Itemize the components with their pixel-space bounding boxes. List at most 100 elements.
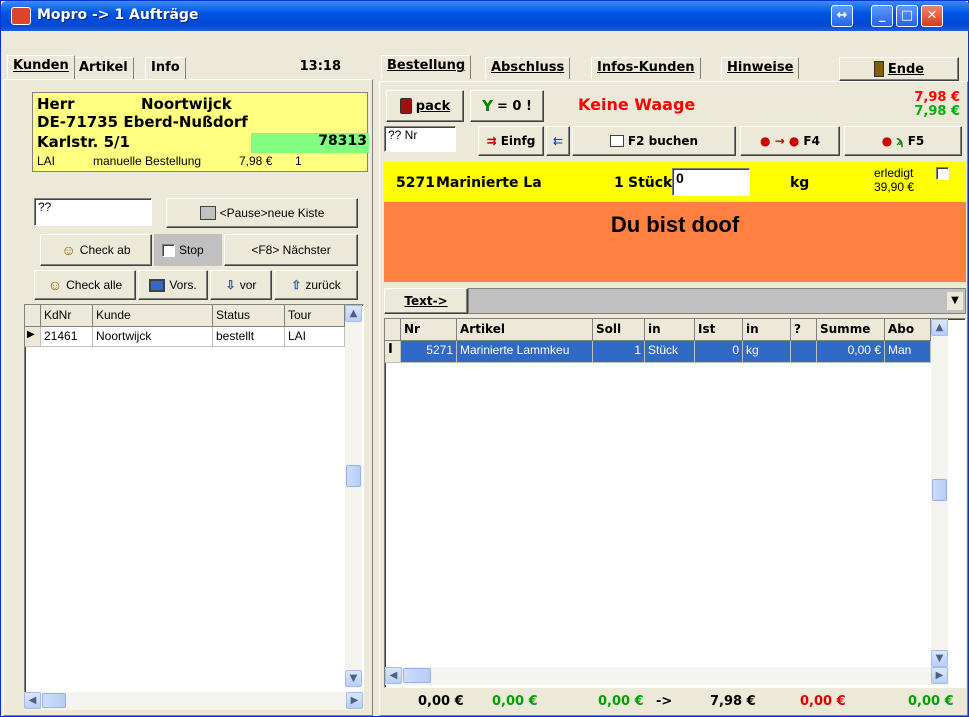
col-header-abo[interactable]: Abo [885, 319, 931, 341]
title-bar[interactable]: Mopro -> 1 Aufträge ↔ _ □ ✕ [1, 1, 969, 31]
tare-zero-button[interactable]: Y = 0 ! [470, 90, 544, 122]
einfg-button[interactable]: ⇉ Einfg [478, 126, 544, 156]
tab-artikel[interactable]: Artikel [73, 57, 134, 79]
order-table: Nr Artikel Soll in Ist in ? Summe Abo I … [384, 318, 966, 688]
cell-artikel: Marinierte Lammkeu [457, 341, 593, 363]
tab-abschluss-label: Abschluss [491, 60, 565, 75]
tab-bestellung[interactable]: Bestellung [381, 55, 472, 79]
table-row[interactable]: ▶ 21461 Noortwijck bestellt LAI [25, 327, 345, 347]
erledigt-checkbox[interactable] [936, 167, 949, 180]
erledigt-price: 39,90 € [874, 180, 915, 194]
zurueck-label: zurück [305, 278, 341, 292]
article-name: Marinierte La [436, 175, 542, 191]
tab-info[interactable]: Info [145, 57, 186, 79]
tab-info-label: Info [151, 60, 180, 75]
f4-label: F4 [803, 134, 820, 148]
article-nr-input[interactable]: ?? Nr [384, 126, 456, 152]
maximize-button[interactable]: □ [896, 5, 918, 27]
cell-kunde: Noortwijck [93, 327, 213, 347]
tab-kunden[interactable]: Kunden [7, 55, 75, 79]
remove-arrows-icon[interactable]: ⇇ [546, 126, 570, 156]
f2-buchen-button[interactable]: F2 buchen [572, 126, 736, 156]
col-header-artikel[interactable]: Artikel [457, 319, 593, 341]
col-header-question[interactable]: ? [791, 319, 817, 341]
col-header-ist[interactable]: Ist [695, 319, 743, 341]
check-ab-button[interactable]: ☺ Check ab [40, 234, 152, 266]
app-icon [11, 7, 31, 25]
clock: 13:18 [299, 59, 341, 74]
close-button[interactable]: ✕ [921, 5, 943, 27]
chevron-down-icon[interactable]: ▼ [947, 292, 963, 310]
customer-table-vscrollbar[interactable]: ▲ ▼ [345, 305, 362, 687]
tab-infos-kunden[interactable]: Infos-Kunden [591, 57, 701, 79]
weight-input[interactable]: 0 [672, 168, 750, 196]
customer-table-hscrollbar[interactable]: ◀ ▶ [24, 692, 364, 710]
hscroll-thumb[interactable] [403, 668, 431, 683]
row-selector-header [25, 305, 41, 327]
pack-button[interactable]: pack [386, 90, 464, 122]
scroll-right-icon[interactable]: ▶ [346, 692, 363, 709]
tab-bestellung-label: Bestellung [387, 58, 466, 73]
customer-info: Herr Noortwijck DE-71735 Eberd-Nußdorf K… [32, 92, 369, 172]
restore-arrows-button[interactable]: ↔ [831, 5, 853, 27]
customer-search-input[interactable]: ?? [34, 198, 152, 226]
scroll-right-icon[interactable]: ▶ [931, 667, 948, 684]
next-button[interactable]: <F8> Nächster [224, 234, 358, 266]
text-dropdown[interactable]: ▼ [468, 288, 966, 314]
stop-checkbox[interactable] [162, 243, 175, 257]
f5-button[interactable]: ● ϡ F5 [844, 126, 962, 156]
table-row[interactable]: I 5271 Marinierte Lammkeu 1 Stück 0 kg 0… [385, 341, 931, 363]
col-header-kdnr[interactable]: KdNr [41, 305, 93, 327]
col-header-soll[interactable]: Soll [593, 319, 645, 341]
scroll-thumb[interactable] [346, 465, 361, 487]
col-header-tour[interactable]: Tour [285, 305, 345, 327]
f4-button[interactable]: ● → ● F4 [740, 126, 840, 156]
vor-button[interactable]: ⇩ vor [210, 270, 272, 300]
order-table-hscrollbar[interactable]: ◀ ▶ [385, 667, 949, 685]
zurueck-button[interactable]: ⇧ zurück [274, 270, 358, 300]
scale-status: Keine Waage [578, 95, 696, 114]
price-top-green: 7,98 € [914, 104, 960, 119]
person-icon: ☺ [61, 242, 76, 258]
vor-label: vor [239, 278, 257, 292]
customer-count: 1 [295, 154, 302, 168]
hscroll-thumb[interactable] [42, 693, 66, 708]
scroll-left-icon[interactable]: ◀ [385, 667, 402, 684]
customer-order-type: manuelle Bestellung [93, 154, 202, 168]
scroll-down-icon[interactable]: ▼ [345, 670, 362, 687]
cell-summe: 0,00 € [817, 341, 885, 363]
scroll-up-icon[interactable]: ▲ [931, 319, 948, 336]
tab-abschluss[interactable]: Abschluss [485, 57, 571, 79]
arrow-up-icon: ⇧ [291, 278, 302, 292]
col-header-in1[interactable]: in [645, 319, 695, 341]
ende-button[interactable]: Ende [839, 57, 959, 81]
text-button[interactable]: Text-> [384, 288, 468, 314]
tab-hinweise[interactable]: Hinweise [721, 57, 800, 79]
cell-tour: LAI [285, 327, 345, 347]
col-header-summe[interactable]: Summe [817, 319, 885, 341]
scroll-up-icon[interactable]: ▲ [345, 305, 362, 322]
scroll-down-icon[interactable]: ▼ [931, 650, 948, 667]
check-alle-button[interactable]: ☺ Check alle [34, 270, 136, 300]
total-3: 0,00 € [598, 694, 644, 709]
message-text: Du bist doof [610, 212, 740, 237]
vors-button[interactable]: Vors. [138, 270, 208, 300]
total-2: 0,00 € [492, 694, 538, 709]
minimize-button[interactable]: _ [871, 5, 893, 27]
row-edit-cursor-icon: I [385, 341, 401, 363]
col-header-in2[interactable]: in [743, 319, 791, 341]
pause-new-box-button[interactable]: <Pause>neue Kiste [166, 198, 358, 228]
row-selector-header [385, 319, 401, 341]
cell-ist: 0 [695, 341, 743, 363]
col-header-status[interactable]: Status [213, 305, 285, 327]
scroll-thumb[interactable] [932, 479, 947, 501]
ende-label: Ende [887, 61, 925, 77]
stop-toggle[interactable]: Stop [154, 234, 222, 266]
order-table-vscrollbar[interactable]: ▲ ▼ [931, 319, 948, 667]
customer-amount: 7,98 € [239, 154, 273, 168]
customer-name: Noortwijck [141, 95, 232, 113]
scroll-left-icon[interactable]: ◀ [24, 692, 41, 709]
book-icon [609, 135, 624, 147]
col-header-nr[interactable]: Nr [401, 319, 457, 341]
col-header-kunde[interactable]: Kunde [93, 305, 213, 327]
